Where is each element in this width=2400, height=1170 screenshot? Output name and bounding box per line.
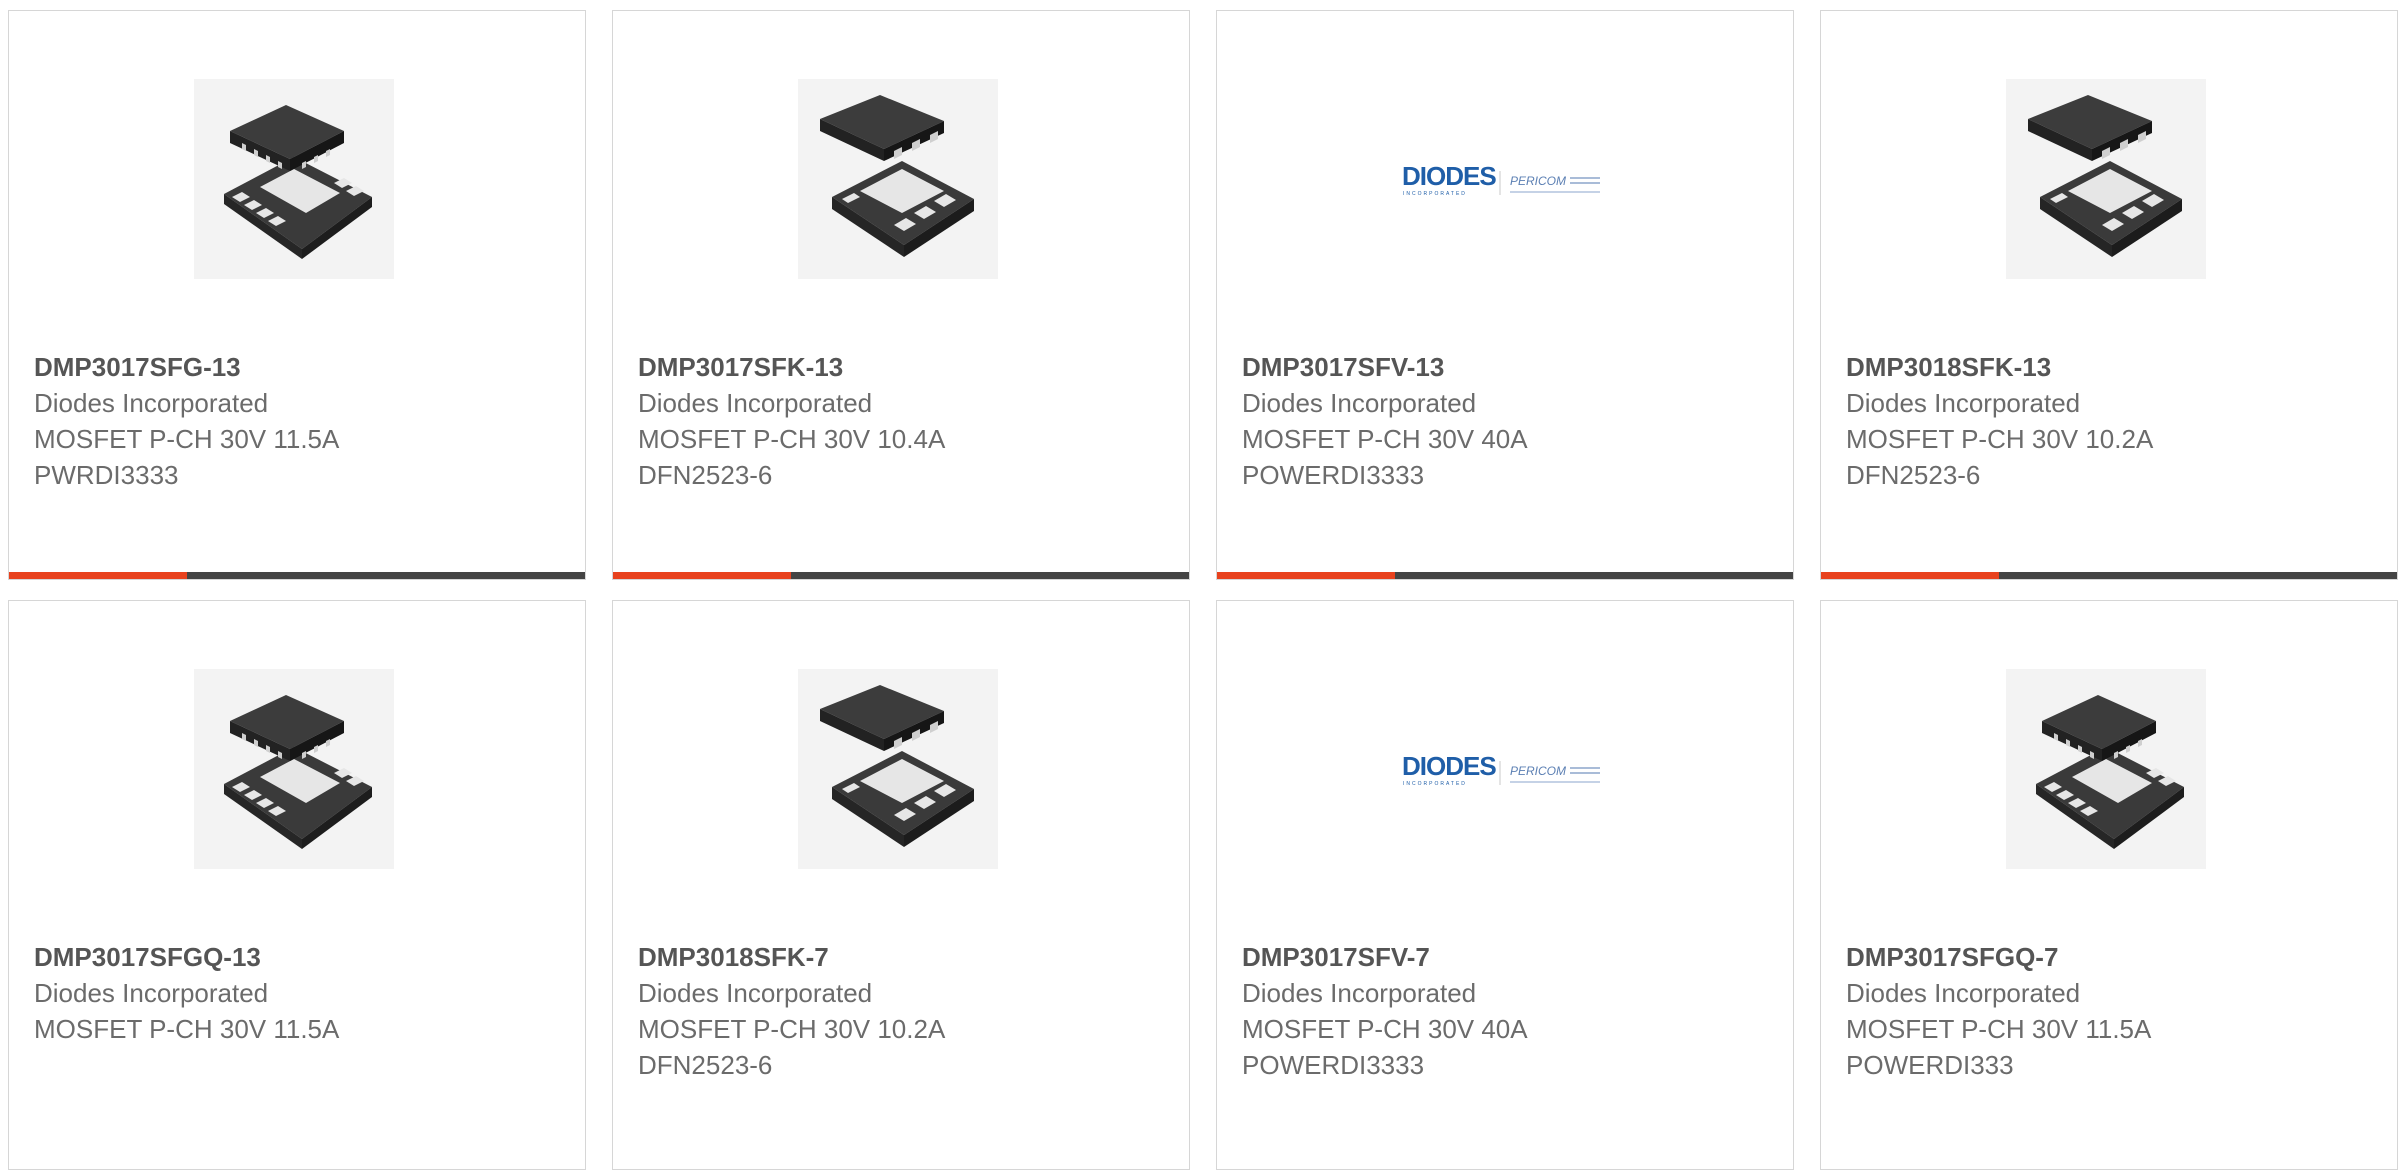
chip-8pin-icon [2006,669,2206,869]
product-image [798,79,998,279]
product-card[interactable]: DIODES INCORPORATED PERICOM DMP3017SFV-1… [1216,10,1794,580]
progress-bar [1821,572,2397,579]
package: POWERDI3333 [1242,460,1425,490]
product-image [194,669,394,869]
manufacturer: Diodes Incorporated [1242,388,1477,418]
diodes-pericom-logo: DIODES INCORPORATED PERICOM [1402,161,1600,197]
product-image: DIODES INCORPORATED PERICOM [1402,79,1602,279]
progress-bar [1217,572,1793,579]
part-number[interactable]: DMP3017SFK-13 [638,349,1169,385]
product-info: DMP3017SFK-13 Diodes Incorporated MOSFET… [638,349,1169,493]
product-info: DMP3017SFV-13 Diodes Incorporated MOSFET… [1242,349,1773,493]
progress-bar [9,572,585,579]
chip-6pin-icon [798,79,998,279]
product-card[interactable]: DMP3017SFGQ-13 Diodes Incorporated MOSFE… [8,600,586,1170]
product-card[interactable]: DMP3017SFGQ-7 Diodes Incorporated MOSFET… [1820,600,2398,1170]
part-number[interactable]: DMP3017SFV-13 [1242,349,1773,385]
description: MOSFET P-CH 30V 40A [1242,1014,1528,1044]
package: DFN2523-6 [638,1050,773,1080]
manufacturer: Diodes Incorporated [638,978,873,1008]
diodes-pericom-logo: DIODES INCORPORATED PERICOM [1402,751,1600,787]
description: MOSFET P-CH 30V 10.2A [1846,424,2154,454]
part-number[interactable]: DMP3017SFG-13 [34,349,565,385]
manufacturer: Diodes Incorporated [1846,978,2081,1008]
product-card[interactable]: DMP3017SFK-13 Diodes Incorporated MOSFET… [612,10,1190,580]
product-card[interactable]: DMP3017SFG-13 Diodes Incorporated MOSFET… [8,10,586,580]
svg-text:INCORPORATED: INCORPORATED [1403,191,1467,197]
chip-6pin-icon [2006,79,2206,279]
package: POWERDI3333 [1242,1050,1425,1080]
manufacturer: Diodes Incorporated [638,388,873,418]
description: MOSFET P-CH 30V 40A [1242,424,1528,454]
progress-fill [1217,572,1396,579]
product-image [194,79,394,279]
part-number[interactable]: DMP3017SFGQ-13 [34,939,565,975]
product-info: DMP3018SFK-7 Diodes Incorporated MOSFET … [638,939,1169,1083]
part-number[interactable]: DMP3017SFV-7 [1242,939,1773,975]
product-info: DMP3018SFK-13 Diodes Incorporated MOSFET… [1846,349,2377,493]
svg-text:PERICOM: PERICOM [1510,764,1566,778]
progress-fill [1821,572,2000,579]
manufacturer: Diodes Incorporated [34,388,269,418]
product-info: DMP3017SFG-13 Diodes Incorporated MOSFET… [34,349,565,493]
part-number[interactable]: DMP3017SFGQ-7 [1846,939,2377,975]
manufacturer: Diodes Incorporated [1242,978,1477,1008]
description: MOSFET P-CH 30V 11.5A [1846,1014,2152,1044]
progress-fill [9,572,188,579]
svg-text:DIODES: DIODES [1402,161,1496,191]
description: MOSFET P-CH 30V 10.4A [638,424,946,454]
progress-fill [613,572,792,579]
svg-text:PERICOM: PERICOM [1510,174,1566,188]
package: DFN2523-6 [1846,460,1981,490]
part-number[interactable]: DMP3018SFK-7 [638,939,1169,975]
svg-text:DIODES: DIODES [1402,751,1496,781]
chip-6pin-icon [798,669,998,869]
product-card[interactable]: DMP3018SFK-7 Diodes Incorporated MOSFET … [612,600,1190,1170]
product-info: DMP3017SFGQ-13 Diodes Incorporated MOSFE… [34,939,565,1047]
manufacturer: Diodes Incorporated [1846,388,2081,418]
description: MOSFET P-CH 30V 11.5A [34,1014,340,1044]
product-grid: DMP3017SFG-13 Diodes Incorporated MOSFET… [8,10,2400,1170]
package: PWRDI3333 [34,460,179,490]
package: POWERDI333 [1846,1050,2014,1080]
manufacturer: Diodes Incorporated [34,978,269,1008]
product-image [2006,669,2206,869]
product-info: DMP3017SFGQ-7 Diodes Incorporated MOSFET… [1846,939,2377,1083]
product-image [798,669,998,869]
description: MOSFET P-CH 30V 11.5A [34,424,340,454]
svg-text:INCORPORATED: INCORPORATED [1403,781,1467,787]
product-info: DMP3017SFV-7 Diodes Incorporated MOSFET … [1242,939,1773,1083]
description: MOSFET P-CH 30V 10.2A [638,1014,946,1044]
progress-bar [613,572,1189,579]
product-image [2006,79,2206,279]
chip-8pin-icon [194,669,394,869]
part-number[interactable]: DMP3018SFK-13 [1846,349,2377,385]
package: DFN2523-6 [638,460,773,490]
chip-8pin-icon [194,79,394,279]
product-card[interactable]: DIODES INCORPORATED PERICOM DMP3017SFV-7… [1216,600,1794,1170]
product-card[interactable]: DMP3018SFK-13 Diodes Incorporated MOSFET… [1820,10,2398,580]
product-image: DIODES INCORPORATED PERICOM [1402,669,1602,869]
